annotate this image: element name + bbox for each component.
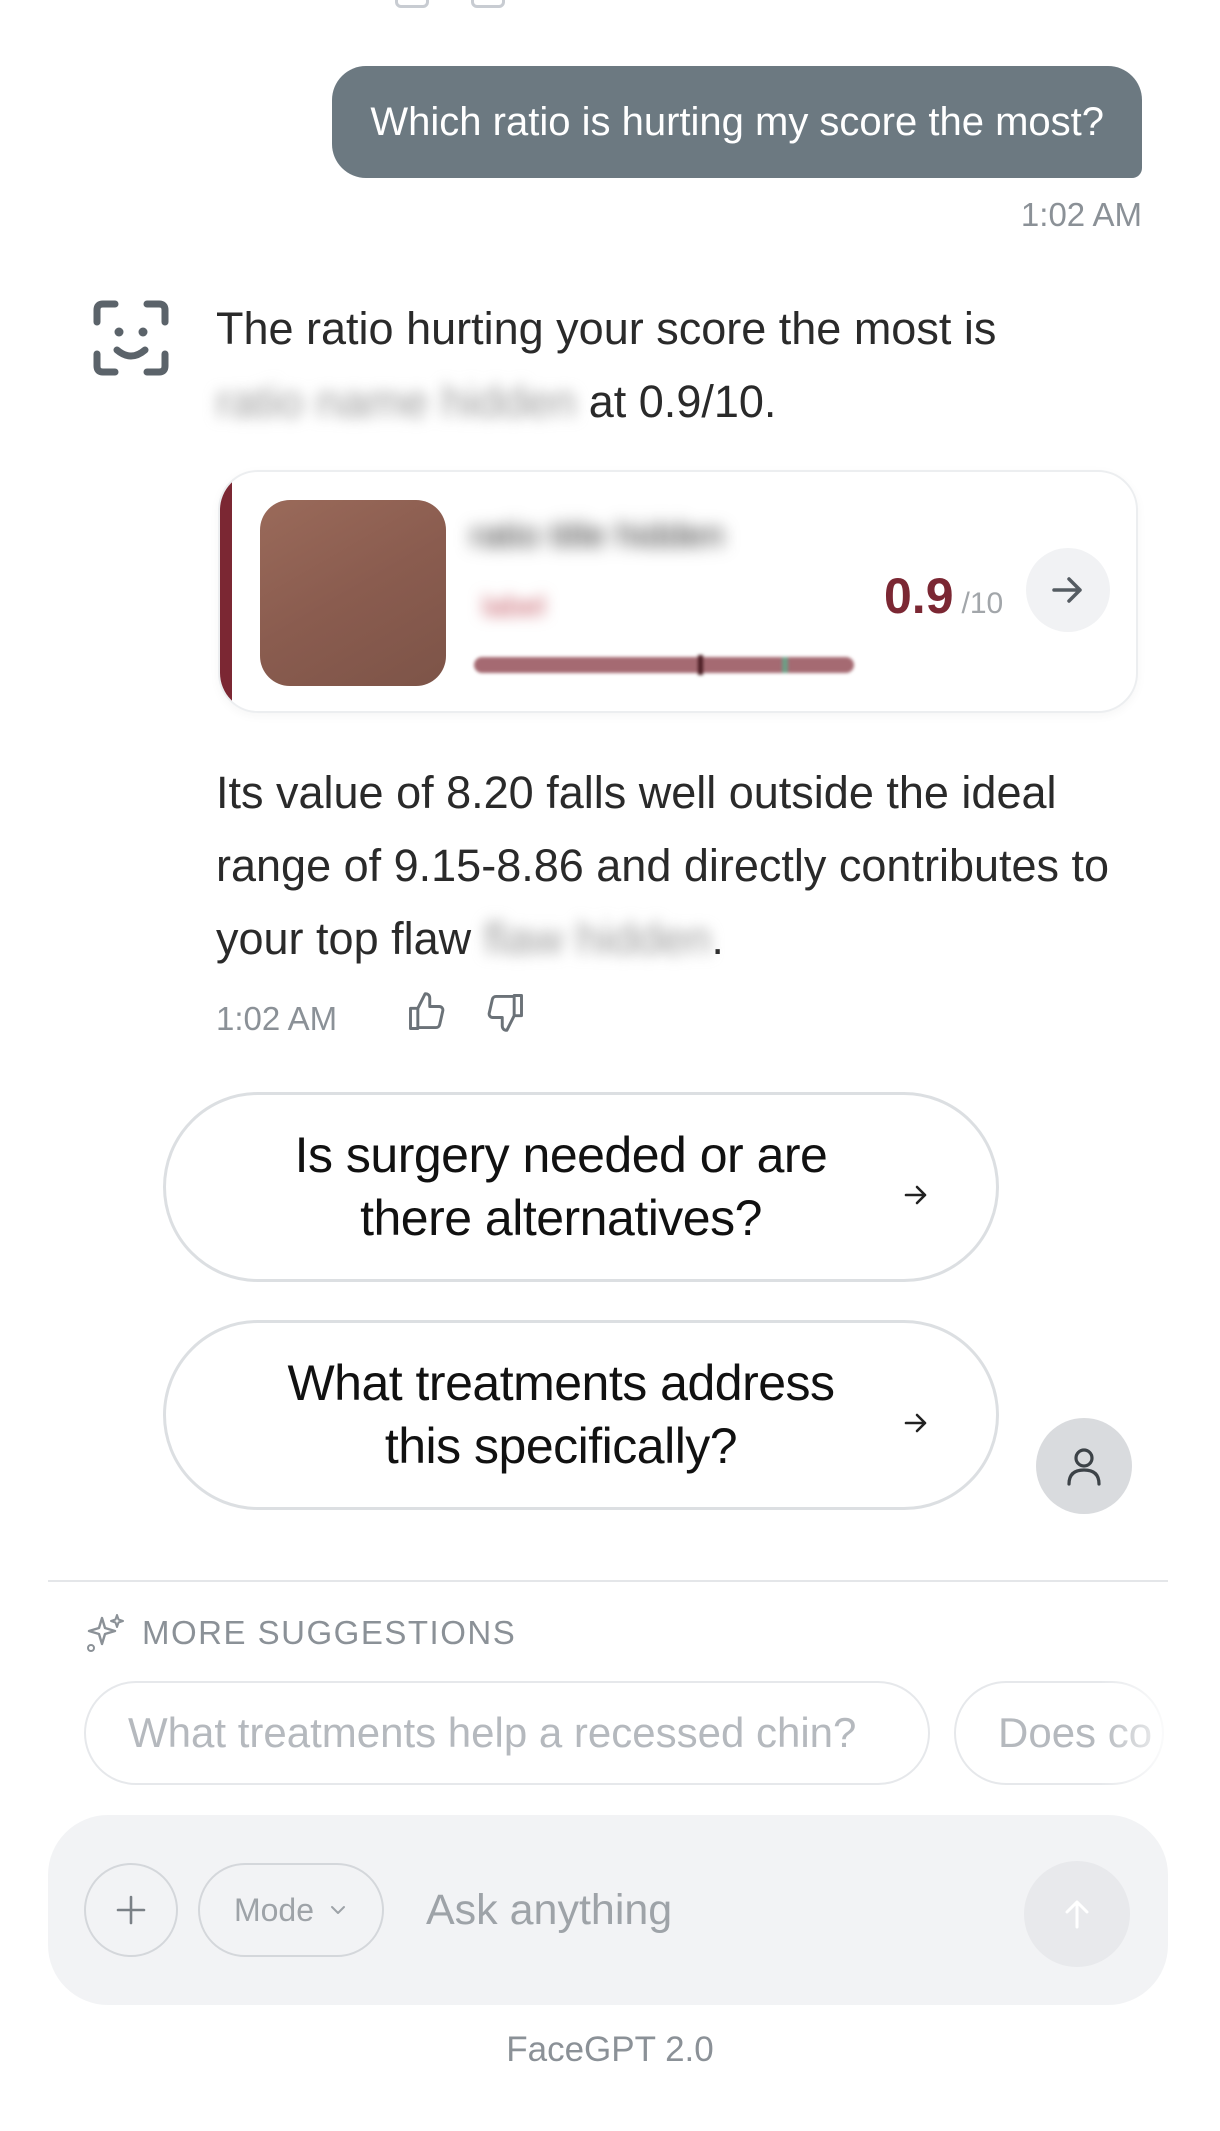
ratio-ideal-marker bbox=[782, 657, 788, 673]
user-message-timestamp: 1:02 AM bbox=[1020, 196, 1142, 233]
app-version-footer: FaceGPT 2.0 bbox=[506, 2030, 714, 2069]
redacted-flaw: flaw hidden bbox=[483, 913, 712, 964]
bot-message-score: at 0.9/10. bbox=[576, 376, 777, 427]
message-composer: Mode bbox=[48, 1815, 1168, 2005]
ratio-score: 0.9 /10 bbox=[884, 567, 1003, 625]
copy-icon[interactable] bbox=[395, 0, 429, 8]
ratio-thumbnail bbox=[260, 500, 446, 686]
arrow-right-icon bbox=[904, 1413, 927, 1433]
user-message-bubble: Which ratio is hurting my score the most… bbox=[332, 66, 1142, 178]
user-icon bbox=[1067, 1448, 1101, 1486]
ratio-card-accent bbox=[220, 472, 232, 711]
ratio-value-marker bbox=[698, 655, 703, 675]
ratio-card-subtitle: label bbox=[482, 590, 546, 623]
thumbs-up-icon[interactable] bbox=[405, 990, 449, 1034]
suggested-question-2[interactable]: What treatments address this specificall… bbox=[163, 1320, 999, 1510]
ratio-score-value: 0.9 bbox=[884, 568, 954, 624]
add-attachment-button[interactable] bbox=[84, 1863, 178, 1957]
arrow-right-icon bbox=[904, 1185, 927, 1205]
bot-followup-end: . bbox=[711, 913, 724, 964]
mode-label: Mode bbox=[233, 1891, 315, 1928]
suggested-question-label: What treatments address this specificall… bbox=[287, 1355, 835, 1474]
sparkle-icon bbox=[87, 1614, 124, 1652]
ratio-range-bar bbox=[474, 655, 854, 675]
more-suggestions-header: MORE SUGGESTIONS bbox=[84, 1612, 516, 1654]
more-suggestions-heading: MORE SUGGESTIONS bbox=[142, 1614, 517, 1651]
bot-followup-message: Its value of 8.20 falls well outside the… bbox=[216, 756, 1116, 975]
arrow-right-icon bbox=[1052, 577, 1082, 603]
suggestion-chip-1[interactable]: What treatments help a recessed chin? bbox=[84, 1681, 930, 1785]
redacted-ratio-name: ratio name hidden bbox=[216, 376, 577, 427]
chips-fade-overlay bbox=[1100, 1676, 1180, 1788]
send-button[interactable] bbox=[1024, 1861, 1130, 1967]
share-icon[interactable] bbox=[471, 0, 505, 8]
suggested-question-1[interactable]: Is surgery needed or are there alternati… bbox=[163, 1092, 999, 1282]
plus-icon bbox=[116, 1895, 146, 1925]
face-scan-icon bbox=[93, 300, 169, 376]
previous-message-actions bbox=[395, 0, 505, 8]
bot-message-intro: The ratio hurting your score the most is bbox=[216, 303, 997, 354]
suggested-question-label: Is surgery needed or are there alternati… bbox=[294, 1127, 828, 1246]
section-divider bbox=[48, 1580, 1168, 1582]
ask-input[interactable] bbox=[426, 1865, 986, 1955]
bot-message: The ratio hurting your score the most is… bbox=[216, 292, 1116, 438]
arrow-up-icon bbox=[1065, 1900, 1089, 1929]
open-ratio-button[interactable] bbox=[1026, 548, 1110, 632]
thumbs-down-icon[interactable] bbox=[483, 990, 527, 1034]
bot-message-timestamp: 1:02 AM bbox=[216, 1000, 338, 1037]
profile-button[interactable] bbox=[1036, 1418, 1132, 1514]
ratio-card[interactable]: ratio title hidden label 0.9 /10 bbox=[218, 470, 1138, 713]
mode-selector[interactable]: Mode bbox=[198, 1863, 384, 1957]
chat-screen: Which ratio is hurting my score the most… bbox=[0, 0, 1220, 2131]
ratio-card-title: ratio title hidden bbox=[470, 514, 725, 555]
ratio-score-max: /10 bbox=[961, 587, 1004, 620]
chevron-down-icon bbox=[331, 1906, 346, 1914]
